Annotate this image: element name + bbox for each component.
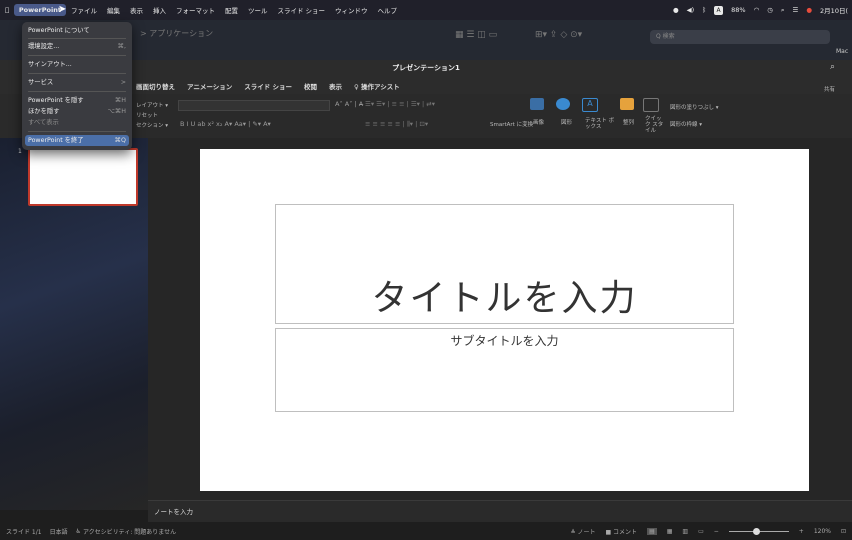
menu-format[interactable]: フォーマット	[171, 5, 220, 15]
fit-slide-icon[interactable]: ⊡	[841, 528, 846, 535]
layout-button[interactable]: レイアウト ▾	[136, 101, 168, 109]
view-icons-icon[interactable]: ▦ ☰ ◫ ▭	[455, 30, 497, 40]
tab-tell-me[interactable]: ♀ 操作アシスト	[354, 81, 400, 91]
reading-view-icon[interactable]: ▥	[682, 528, 688, 535]
menu-separator	[28, 131, 126, 132]
menu-tools[interactable]: ツール	[243, 5, 273, 15]
subtitle-placeholder-text: サブタイトルを入力	[450, 334, 559, 348]
control-center-icon[interactable]: ☰	[793, 6, 799, 14]
tab-slideshow[interactable]: スライド ショー	[244, 81, 292, 91]
menu-slideshow[interactable]: スライド ショー	[272, 5, 330, 15]
title-placeholder-text: タイトルを入力	[371, 278, 638, 319]
tab-view[interactable]: 表示	[329, 81, 342, 91]
slide[interactable]: タイトルを入力 サブタイトルを入力	[200, 149, 809, 491]
shape-outline-button[interactable]: 図形の枠線 ▾	[670, 120, 702, 128]
zoom-slider[interactable]	[728, 527, 789, 535]
shape-fill-button[interactable]: 図形の塗りつぶし ▾	[670, 103, 719, 111]
subtitle-placeholder[interactable]: サブタイトルを入力	[275, 328, 734, 412]
font-format-icons[interactable]: B I U ab x² x₂ A▾ Aa▾ | ✎▾ A▾	[180, 120, 271, 128]
menu-separator	[28, 91, 126, 92]
thumbnail-number: 1	[18, 148, 22, 155]
search-input[interactable]: Q 検索	[650, 30, 830, 44]
share-button[interactable]: 共有	[824, 85, 835, 93]
input-method-icon[interactable]: A	[714, 5, 724, 15]
shape-button[interactable]: 図形	[561, 118, 572, 126]
font-name-select[interactable]	[178, 100, 330, 111]
menu-insert[interactable]: 挿入	[148, 5, 171, 15]
tab-transitions[interactable]: 画面切り替え	[136, 81, 175, 91]
list-icons[interactable]: ☰▾ ☰▾ | ≡ ≡ | ☰▾ | ⇄▾	[365, 100, 435, 108]
powerpoint-app-menu: PowerPoint について 環境設定... ⌘, サインアウト... サービス…	[22, 22, 132, 150]
bluetooth-icon[interactable]: ᛒ	[702, 6, 706, 14]
menu-separator	[28, 73, 126, 74]
notes-toggle-label: ノート	[577, 528, 596, 536]
menu-edit[interactable]: 編集	[102, 5, 125, 15]
notification-icon[interactable]: ●	[806, 6, 812, 14]
menu-item-hide-powerpoint[interactable]: PowerPoint を隠す ⌘H	[28, 95, 126, 106]
record-icon[interactable]: ●	[673, 6, 679, 14]
textbox-button[interactable]: テキスト ボックス	[585, 118, 615, 130]
title-placeholder[interactable]: タイトルを入力	[275, 204, 734, 324]
comments-toggle-label: コメント	[613, 528, 638, 536]
tab-animations[interactable]: アニメーション	[187, 81, 232, 91]
zoom-out-button[interactable]: −	[714, 528, 719, 535]
menu-item-hide-others[interactable]: ほかを隠す ⌥⌘H	[28, 106, 126, 117]
accessibility-icon[interactable]: ♿	[76, 528, 81, 535]
textbox-icon[interactable]: A	[582, 98, 598, 112]
apple-menu-icon[interactable]: 	[0, 6, 14, 14]
menubar-date[interactable]: 2月10日(	[820, 5, 848, 15]
image-button[interactable]: 画像	[533, 118, 544, 126]
arrange-icon[interactable]	[620, 98, 634, 110]
picture-icon[interactable]	[530, 98, 544, 110]
menu-separator	[28, 55, 126, 56]
slideshow-view-icon[interactable]: ▭	[698, 528, 704, 535]
desktop-label: Mac	[836, 48, 849, 55]
toolbar-actions-icon[interactable]: ⊞▾ ⇪ ◇ ⊙▾	[535, 30, 582, 40]
battery-icon[interactable]: 88%	[731, 6, 745, 14]
shapes-icon[interactable]	[556, 98, 570, 110]
arrange-button[interactable]: 整列	[623, 118, 634, 126]
smartart-button[interactable]: SmartArt に変換	[490, 120, 533, 128]
quickstyle-icon[interactable]	[643, 98, 659, 112]
notes-toggle[interactable]: ≜ ノート	[571, 527, 596, 536]
menu-view[interactable]: 表示	[125, 5, 148, 15]
section-button[interactable]: セクション ▾	[136, 121, 168, 129]
menu-item-quit[interactable]: PowerPoint を終了 ⌘Q	[25, 135, 129, 146]
reset-button[interactable]: リセット	[136, 111, 158, 119]
mouse-cursor-icon: ➤	[58, 4, 67, 15]
spotlight-icon[interactable]: ⌕	[781, 6, 785, 15]
menu-file[interactable]: ファイル	[66, 5, 102, 15]
menu-item-services[interactable]: サービス >	[28, 77, 126, 88]
menu-separator	[28, 38, 126, 39]
notes-input[interactable]: ノートを入力	[148, 500, 852, 522]
menu-help[interactable]: ヘルプ	[373, 5, 403, 15]
normal-view-icon[interactable]: ▤	[647, 527, 657, 535]
macos-menubar:  PowerPoint ファイル 編集 表示 挿入 フォーマット 配置 ツール…	[0, 0, 852, 20]
accessibility-status[interactable]: アクセシビリティ: 問題ありません	[83, 527, 176, 536]
menu-item-show-all[interactable]: すべて表示	[28, 117, 126, 128]
wifi-icon[interactable]: ◠	[754, 6, 760, 14]
align-icons[interactable]: ≡ ≡ ≡ ≡ ≡ | ⫼▾ | ⊡▾	[365, 120, 428, 129]
language-indicator[interactable]: 日本語	[50, 527, 68, 536]
volume-icon[interactable]: ◀)	[687, 6, 695, 14]
quickstyle-button[interactable]: クイック スタイル	[645, 116, 665, 134]
zoom-in-button[interactable]: +	[799, 528, 804, 535]
comments-toggle[interactable]: ■ コメント	[605, 527, 637, 536]
sorter-view-icon[interactable]: ▦	[667, 528, 673, 535]
status-bar: スライド 1/1 日本語 ♿ アクセシビリティ: 問題ありません ≜ ノート ■…	[0, 522, 852, 540]
zoom-level[interactable]: 120%	[814, 528, 831, 535]
menu-window[interactable]: ウィンドウ	[330, 5, 373, 15]
menu-arrange[interactable]: 配置	[220, 5, 243, 15]
font-size-icons[interactable]: A˄ A˅ | A̶	[335, 100, 363, 108]
search-icon[interactable]: ⌕	[830, 62, 835, 72]
breadcrumb: > アプリケーション	[140, 29, 214, 38]
menu-item-preferences[interactable]: 環境設定... ⌘,	[28, 41, 126, 52]
tab-review[interactable]: 校閲	[304, 81, 317, 91]
menu-item-about[interactable]: PowerPoint について	[28, 25, 126, 36]
zoom-slider-knob[interactable]	[753, 527, 761, 535]
menu-item-sign-out[interactable]: サインアウト...	[28, 59, 126, 70]
slide-thumbnail[interactable]	[28, 148, 138, 206]
slide-info: スライド 1/1	[6, 528, 42, 536]
clock-icon[interactable]: ◷	[767, 6, 773, 14]
